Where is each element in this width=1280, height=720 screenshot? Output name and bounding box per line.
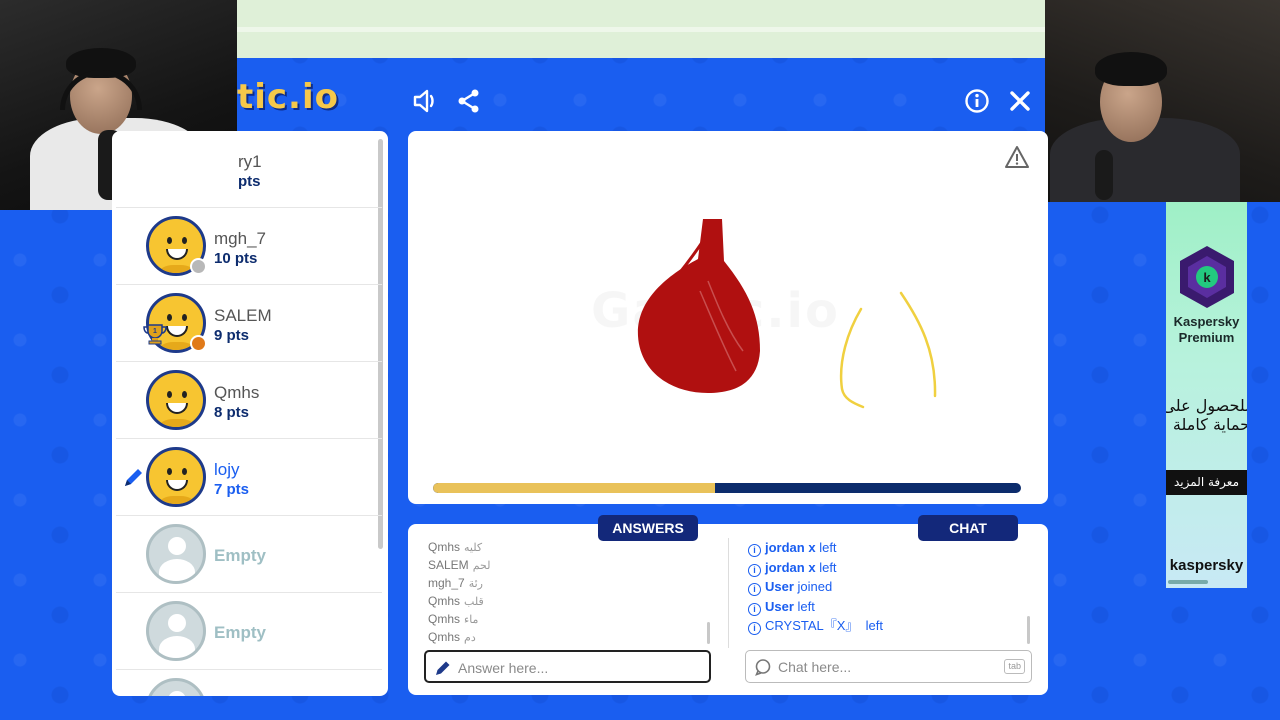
pencil-icon (434, 659, 452, 677)
round-timer-fill (433, 483, 716, 493)
app-logo: tic.io (237, 77, 339, 117)
answer-item: Qmhs ماء (428, 612, 479, 626)
kaspersky-logo-icon: k (1176, 244, 1238, 310)
answer-item: SALEM لحم (428, 558, 491, 572)
top-banner-strip (237, 0, 1045, 58)
svg-text:1: 1 (153, 328, 157, 335)
status-dot (190, 335, 207, 352)
chat-item: i CRYSTAL『X』 left (748, 616, 1028, 636)
webcam-right (1045, 0, 1280, 202)
round-timer-bar (433, 483, 1021, 493)
chat-item: i User left (748, 597, 1028, 617)
answer-item: Qmhs كليه (428, 540, 483, 554)
drawing-strokes (637, 219, 937, 409)
answer-item: Qmhs قلب (428, 594, 484, 608)
avatar (146, 447, 206, 507)
ad-title: Kaspersky Premium (1173, 314, 1240, 345)
empty-slot-label: Empty (214, 623, 266, 642)
player-name: mgh_7 (214, 229, 266, 248)
empty-slot: Empty (116, 516, 382, 593)
empty-avatar-icon (146, 601, 206, 661)
chat-item: i User joined (748, 577, 1028, 597)
game-header: tic.io (237, 75, 1045, 129)
tab-shortcut-hint: tab (1004, 659, 1025, 674)
player-name: SALEM (214, 306, 272, 325)
ad-tagline: للحصول على حماية كاملة (1166, 396, 1247, 434)
player-row[interactable]: 1 SALEM 9 pts (116, 285, 382, 362)
status-dot (190, 258, 207, 275)
avatar (146, 370, 206, 430)
trophy-icon: 1 (142, 323, 168, 345)
player-points: pts (238, 173, 261, 190)
answer-input-box[interactable] (424, 650, 711, 683)
answers-chat-panel: ANSWERS CHAT Qmhs كليه SALEM لحم mgh_7 رئة … (408, 515, 1048, 695)
pencil-icon (122, 467, 146, 489)
player-row[interactable]: mgh_7 10 pts (116, 208, 382, 285)
ad-cta-button[interactable]: معرفة المزيد (1166, 470, 1247, 495)
player-row-partial (116, 670, 382, 696)
player-name: lojy (214, 460, 240, 479)
drawing-canvas[interactable]: Gartic.io (408, 131, 1048, 504)
empty-avatar-icon (146, 524, 206, 584)
ad-banner[interactable]: k Kaspersky Premium للحصول على حماية كاملة… (1166, 202, 1247, 588)
players-panel: ry1 pts mgh_7 10 pts 1 SALEM 9 pts Qmhs … (112, 131, 388, 696)
chat-bubble-icon (754, 658, 772, 676)
chat-list: i jordan x left i jordan x left i User join… (748, 538, 1028, 636)
panel-divider (728, 538, 729, 648)
svg-text:k: k (1203, 270, 1211, 285)
chat-scrollbar[interactable] (1027, 616, 1030, 644)
chat-item: i jordan x left (748, 538, 1028, 558)
chat-input[interactable] (778, 657, 998, 677)
player-points: 9 pts (214, 327, 250, 344)
player-row[interactable]: Qmhs 8 pts (116, 362, 382, 439)
empty-avatar-icon (146, 678, 206, 696)
chat-input-box[interactable]: tab (745, 650, 1032, 683)
info-icon[interactable] (963, 87, 991, 115)
player-points: 10 pts (214, 250, 258, 267)
share-icon[interactable] (455, 87, 483, 115)
answer-input[interactable] (458, 658, 678, 678)
player-row[interactable]: lojy 7 pts (116, 439, 382, 516)
answers-list: Qmhs كليه SALEM لحم mgh_7 رئة Qmhs قلب Qmhs م… (428, 538, 708, 646)
player-row: ry1 pts (116, 131, 382, 208)
empty-slot: Empty (116, 593, 382, 670)
chat-item: i jordan x left (748, 558, 1028, 578)
answers-scrollbar[interactable] (707, 622, 710, 644)
player-points: 8 pts (214, 404, 250, 421)
ad-scrollbar (1168, 580, 1208, 584)
player-points: 7 pts (214, 481, 250, 498)
ad-brand: kaspersky (1169, 557, 1244, 574)
answer-item: Qmhs دم (428, 630, 476, 644)
empty-slot-label: Empty (214, 546, 266, 565)
answer-item: mgh_7 رئة (428, 576, 483, 590)
close-icon[interactable] (1006, 87, 1034, 115)
sound-icon[interactable] (411, 87, 439, 115)
player-name: ry1 (238, 152, 262, 171)
player-name: Qmhs (214, 383, 260, 402)
